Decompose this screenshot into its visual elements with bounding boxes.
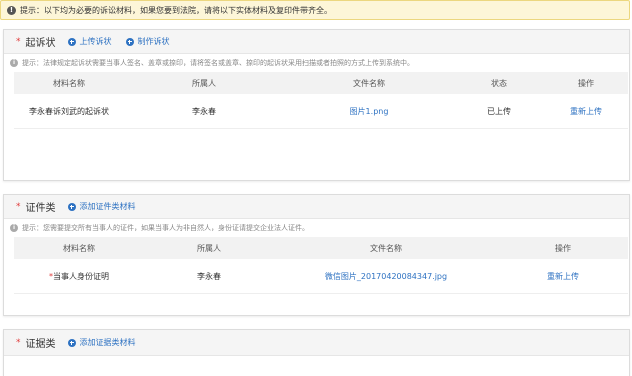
complaint-panel: * 起诉状 上传诉状 制作诉状 i 提示：法律规定起诉状需要当事人签名、盖章或捺… bbox=[3, 29, 630, 181]
certificates-table: 材料名称 所属人 文件名称 操作 *当事人身份证明 李永春 微信图片_20170… bbox=[14, 237, 628, 294]
upload-complaint-button[interactable]: 上传诉状 bbox=[67, 36, 112, 47]
col-status: 状态 bbox=[454, 72, 544, 94]
notice-text: 提示：以下均为必要的诉讼材料，如果您要到法院，请将以下实体材料及复印件带齐全。 bbox=[20, 5, 332, 15]
notice-banner: ! 提示：以下均为必要的诉讼材料，如果您要到法院，请将以下实体材料及复印件带齐全… bbox=[0, 0, 630, 20]
complaint-table: 材料名称 所属人 文件名称 状态 操作 李永春诉刘武的起诉状 李永春 图片1.p… bbox=[14, 72, 628, 129]
certificates-title: 证件类 bbox=[25, 203, 56, 214]
file-link[interactable]: 微信图片_20170420084347.jpg bbox=[274, 259, 498, 294]
info-icon: i bbox=[10, 224, 18, 232]
info-icon: ! bbox=[7, 5, 16, 15]
certificates-header: * 证件类 添加证件类材料 bbox=[4, 195, 629, 219]
col-material-name: 材料名称 bbox=[14, 72, 124, 94]
col-owner: 所属人 bbox=[144, 237, 274, 259]
table-row: *当事人身份证明 李永春 微信图片_20170420084347.jpg 重新上… bbox=[14, 259, 628, 294]
material-name: *当事人身份证明 bbox=[14, 259, 144, 294]
owner: 李永春 bbox=[144, 259, 274, 294]
col-material-name: 材料名称 bbox=[14, 237, 144, 259]
table-row: 李永春诉刘武的起诉状 李永春 图片1.png 已上传 重新上传 bbox=[14, 94, 628, 129]
reupload-button[interactable]: 重新上传 bbox=[498, 259, 628, 294]
plus-circle-icon bbox=[125, 37, 134, 46]
complaint-header: * 起诉状 上传诉状 制作诉状 bbox=[4, 30, 629, 54]
col-file-name: 文件名称 bbox=[284, 72, 454, 94]
make-complaint-button[interactable]: 制作诉状 bbox=[125, 36, 170, 47]
plus-circle-icon bbox=[67, 202, 76, 211]
status: 已上传 bbox=[454, 94, 544, 129]
required-mark: * bbox=[16, 337, 21, 348]
certificates-hint: i 提示：您需要提交所有当事人的证件，如果当事人为非自然人，身份证请提交企业法人… bbox=[4, 219, 629, 237]
required-mark: * bbox=[16, 201, 21, 212]
info-icon: i bbox=[10, 59, 18, 67]
complaint-hint: i 提示：法律规定起诉状需要当事人签名、盖章或捺印，请将签名或盖章、捺印的起诉状… bbox=[4, 54, 629, 72]
col-owner: 所属人 bbox=[124, 72, 284, 94]
reupload-button[interactable]: 重新上传 bbox=[544, 94, 628, 129]
evidence-panel: * 证据类 添加证据类材料 bbox=[3, 329, 630, 376]
certificates-panel: * 证件类 添加证件类材料 i 提示：您需要提交所有当事人的证件，如果当事人为非… bbox=[3, 194, 630, 316]
col-file-name: 文件名称 bbox=[274, 237, 498, 259]
evidence-title: 证据类 bbox=[25, 339, 56, 350]
table-header-row: 材料名称 所属人 文件名称 状态 操作 bbox=[14, 72, 628, 94]
required-mark: * bbox=[16, 36, 21, 47]
evidence-header: * 证据类 添加证据类材料 bbox=[4, 330, 629, 356]
add-certificate-button[interactable]: 添加证件类材料 bbox=[67, 201, 136, 212]
table-header-row: 材料名称 所属人 文件名称 操作 bbox=[14, 237, 628, 259]
complaint-title: 起诉状 bbox=[25, 38, 56, 49]
material-name: 李永春诉刘武的起诉状 bbox=[14, 94, 124, 129]
col-operation: 操作 bbox=[498, 237, 628, 259]
file-link[interactable]: 图片1.png bbox=[284, 94, 454, 129]
plus-circle-icon bbox=[67, 338, 76, 347]
owner: 李永春 bbox=[124, 94, 284, 129]
plus-circle-icon bbox=[67, 37, 76, 46]
col-operation: 操作 bbox=[544, 72, 628, 94]
add-evidence-button[interactable]: 添加证据类材料 bbox=[67, 337, 136, 348]
